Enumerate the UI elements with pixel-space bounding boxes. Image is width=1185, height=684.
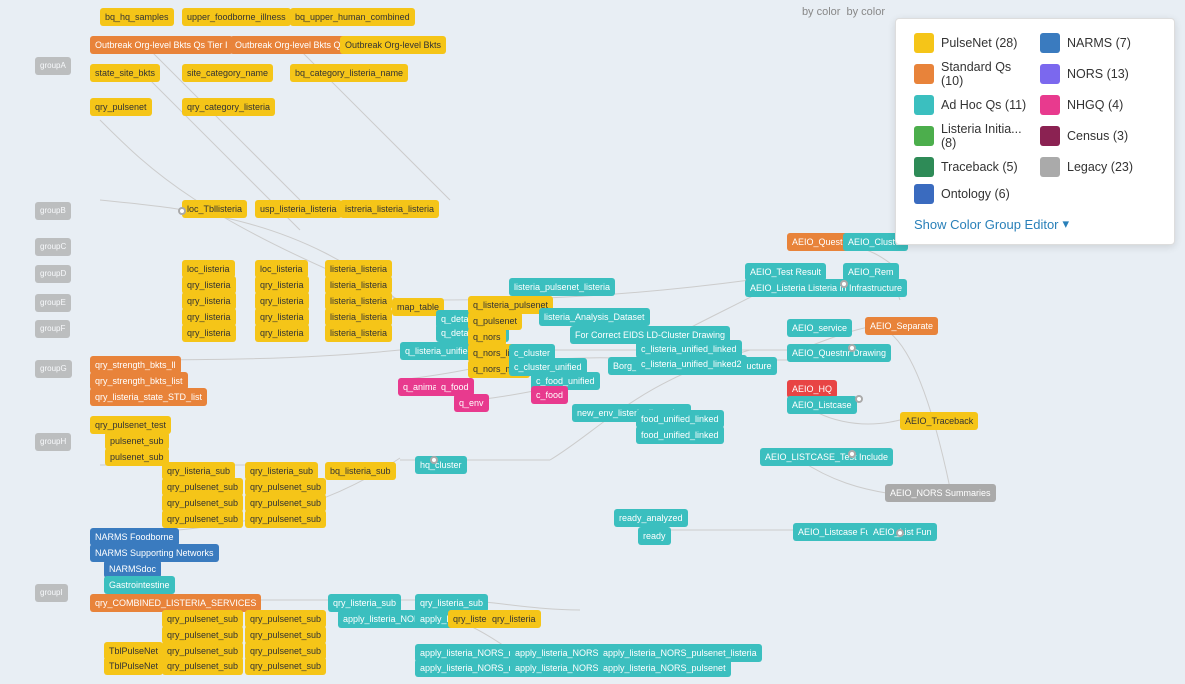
legend-swatch-nors bbox=[1040, 64, 1060, 84]
left-label-1: groupA bbox=[35, 57, 71, 75]
legend-item-nhgq[interactable]: NHGQ (4) bbox=[1040, 95, 1156, 115]
left-label-7: groupG bbox=[35, 360, 72, 378]
legend-label-legacy: Legacy (23) bbox=[1067, 160, 1133, 174]
sort-by-color-2[interactable]: by color bbox=[846, 6, 885, 18]
node-aeio-traceback[interactable]: AEIO_Traceback bbox=[900, 412, 978, 430]
legend-label-nors: NORS (13) bbox=[1067, 67, 1129, 81]
node-aeio-listeria-infra[interactable]: AEIO_Listeria Listeria in Infrastructure bbox=[745, 279, 907, 297]
node-state-site-bkts[interactable]: state_site_bkts bbox=[90, 64, 160, 82]
legend-swatch-listeria bbox=[914, 126, 934, 146]
node-upper-foodborne[interactable]: upper_foodborne_illness bbox=[182, 8, 291, 26]
legend-label-listeria: Listeria Initia... (8) bbox=[941, 122, 1030, 150]
node-bq-upper-human[interactable]: bq_upper_human_combined bbox=[290, 8, 415, 26]
left-label-4: groupD bbox=[35, 265, 71, 283]
legend-label-standard-qs: Standard Qs (10) bbox=[941, 60, 1030, 88]
node-pulsenet-sub2[interactable]: pulsenet_sub bbox=[105, 448, 169, 466]
node-apply-6[interactable]: apply_listeria_NORS_pulsenet bbox=[598, 659, 731, 677]
node-qry-r5c2[interactable]: qry_listeria bbox=[255, 324, 309, 342]
show-color-editor-label: Show Color Group Editor bbox=[914, 217, 1059, 232]
node-outbreak-bkts[interactable]: Outbreak Org-level Bkts bbox=[340, 36, 446, 54]
left-label-5: groupE bbox=[35, 294, 71, 312]
legend-label-pulsenet: PulseNet (28) bbox=[941, 36, 1017, 50]
node-sub-r4c2[interactable]: qry_pulsenet_sub bbox=[245, 510, 326, 528]
node-pulsenet-sub-b8[interactable]: qry_pulsenet_sub bbox=[245, 657, 326, 675]
legend-swatch-legacy bbox=[1040, 157, 1060, 177]
node-pulsenet-sub-b7[interactable]: qry_pulsenet_sub bbox=[162, 657, 243, 675]
node-listeria-analysis[interactable]: listeria_Analysis_Dataset bbox=[539, 308, 650, 326]
node-gastrointestine[interactable]: Gastrointestine bbox=[104, 576, 175, 594]
node-outbreak-tier1[interactable]: Outbreak Org-level Bkts Qs Tier I bbox=[90, 36, 233, 54]
node-bq-hq-samples[interactable]: bq_hq_samples bbox=[100, 8, 174, 26]
node-aeio-nors-summaries[interactable]: AEIO_NORS Summaries bbox=[885, 484, 996, 502]
node-qry-listeria-b3[interactable]: qry_listeria bbox=[487, 610, 541, 628]
legend-swatch-nhgq bbox=[1040, 95, 1060, 115]
sort-labels: by color by color bbox=[802, 6, 885, 18]
legend-item-ontology[interactable]: Ontology (6) bbox=[914, 184, 1030, 204]
legend-item-narms[interactable]: NARMS (7) bbox=[1040, 33, 1156, 53]
node-ready-analyzed[interactable]: ready_analyzed bbox=[614, 509, 688, 527]
node-sub-r1c3[interactable]: bq_listeria_sub bbox=[325, 462, 396, 480]
node-c-food[interactable]: c_food bbox=[531, 386, 568, 404]
legend-swatch-pulsenet bbox=[914, 33, 934, 53]
legend-label-nhgq: NHGQ (4) bbox=[1067, 98, 1123, 112]
node-q-listeria-unified[interactable]: q_listeria_unified bbox=[400, 342, 478, 360]
legend-item-listeria[interactable]: Listeria Initia... (8) bbox=[914, 122, 1030, 150]
left-label-8: groupH bbox=[35, 433, 71, 451]
node-ready[interactable]: ready bbox=[638, 527, 671, 545]
show-color-group-editor-button[interactable]: Show Color Group Editor ▾ bbox=[914, 214, 1069, 234]
node-qry-r5c3[interactable]: listeria_listeria bbox=[325, 324, 392, 342]
left-label-9: groupI bbox=[35, 584, 68, 602]
node-istreria[interactable]: istreria_listeria_listeria bbox=[340, 200, 439, 218]
node-q-env[interactable]: q_env bbox=[454, 394, 489, 412]
left-label-2: groupB bbox=[35, 202, 71, 220]
node-sub-r4c1[interactable]: qry_pulsenet_sub bbox=[162, 510, 243, 528]
node-aeio-rem[interactable]: AEIO_Rem bbox=[843, 263, 899, 281]
legend-item-legacy[interactable]: Legacy (23) bbox=[1040, 157, 1156, 177]
legend-swatch-standard-qs bbox=[914, 64, 934, 84]
legend-item-nors[interactable]: NORS (13) bbox=[1040, 60, 1156, 88]
legend-label-ontology: Ontology (6) bbox=[941, 187, 1010, 201]
node-bq-cat-listeria[interactable]: bq_category_listeria_name bbox=[290, 64, 408, 82]
left-label-6: groupF bbox=[35, 320, 70, 338]
legend-label-narms: NARMS (7) bbox=[1067, 36, 1131, 50]
dropdown-icon: ▾ bbox=[1063, 216, 1070, 232]
legend-item-traceback[interactable]: Traceback (5) bbox=[914, 157, 1030, 177]
legend-label-census: Census (3) bbox=[1067, 129, 1128, 143]
legend-swatch-traceback bbox=[914, 157, 934, 177]
node-usp-listeria[interactable]: usp_listeria_listeria bbox=[255, 200, 342, 218]
node-listeria-pulsenet[interactable]: listeria_pulsenet_listeria bbox=[509, 278, 615, 296]
node-aeio-listcase[interactable]: AEIO_Listcase bbox=[787, 396, 857, 414]
legend-swatch-adhoc-qs bbox=[914, 95, 934, 115]
legend-label-traceback: Traceback (5) bbox=[941, 160, 1018, 174]
legend-item-adhoc-qs[interactable]: Ad Hoc Qs (11) bbox=[914, 95, 1030, 115]
sort-by-color-1[interactable]: by color bbox=[802, 6, 841, 18]
node-strength-3[interactable]: qry_listeria_state_STD_list bbox=[90, 388, 207, 406]
node-site-cat[interactable]: site_category_name bbox=[182, 64, 273, 82]
node-aeio-questnr-drawing[interactable]: AEIO_Questnr Drawing bbox=[787, 344, 891, 362]
legend-item-pulsenet[interactable]: PulseNet (28) bbox=[914, 33, 1030, 53]
node-qry-r5c1[interactable]: qry_listeria bbox=[182, 324, 236, 342]
node-aeio-separate[interactable]: AEIO_Separate bbox=[865, 317, 938, 335]
legend-swatch-ontology bbox=[914, 184, 934, 204]
legend-item-census[interactable]: Census (3) bbox=[1040, 122, 1156, 150]
legend-label-adhoc-qs: Ad Hoc Qs (11) bbox=[941, 98, 1026, 112]
node-tblpulsenet-2[interactable]: TblPulseNet bbox=[104, 657, 163, 675]
legend-grid: PulseNet (28) NARMS (7) Standard Qs (10)… bbox=[914, 33, 1156, 204]
node-qry-cat-listeria[interactable]: qry_category_listeria bbox=[182, 98, 275, 116]
node-loc-tbl[interactable]: loc_Tbllisteria bbox=[182, 200, 247, 218]
legend-swatch-narms bbox=[1040, 33, 1060, 53]
node-hq-cluster[interactable]: hq_cluster bbox=[415, 456, 467, 474]
node-aeio-service[interactable]: AEIO_service bbox=[787, 319, 852, 337]
legend-item-standard-qs[interactable]: Standard Qs (10) bbox=[914, 60, 1030, 88]
node-aeio-listcase-test[interactable]: AEIO_LISTCASE_Test Include bbox=[760, 448, 893, 466]
legend-swatch-census bbox=[1040, 126, 1060, 146]
node-c-listeria-linked2[interactable]: c_listeria_unified_linked2 bbox=[636, 355, 747, 373]
node-qry-pulsenet[interactable]: qry_pulsenet bbox=[90, 98, 152, 116]
left-label-3: groupC bbox=[35, 238, 71, 256]
node-food-linked2[interactable]: food_unified_linked bbox=[636, 426, 724, 444]
legend-panel: PulseNet (28) NARMS (7) Standard Qs (10)… bbox=[895, 18, 1175, 245]
